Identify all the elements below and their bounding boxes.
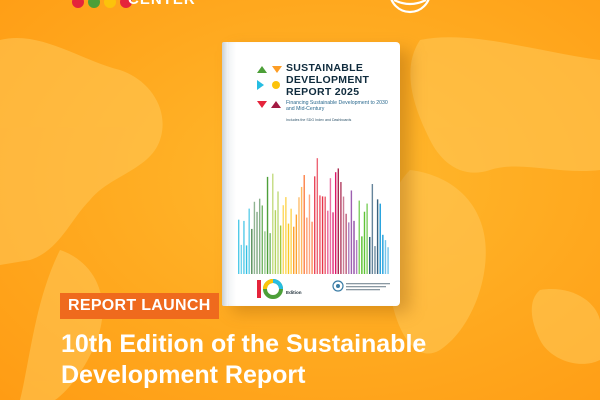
sdg-arrows-icon bbox=[257, 66, 282, 108]
cover-bar bbox=[272, 173, 274, 274]
cover-bar bbox=[253, 201, 256, 274]
cover-bar bbox=[251, 228, 253, 274]
cover-bar bbox=[308, 194, 311, 274]
cover-bar bbox=[261, 205, 263, 274]
cover-bar bbox=[374, 246, 376, 274]
cover-bar bbox=[277, 191, 279, 274]
cover-bar bbox=[238, 219, 240, 274]
headline: 10th Edition of the Sustainable Developm… bbox=[61, 329, 591, 391]
cover-bar bbox=[363, 211, 366, 274]
cover-bar bbox=[361, 236, 363, 274]
cover-bar bbox=[342, 196, 345, 274]
book-note: Includes the SDG Index and Dashboards bbox=[286, 118, 352, 122]
cover-bar bbox=[321, 196, 324, 274]
cover-bar bbox=[348, 222, 350, 274]
cover-bar bbox=[316, 158, 319, 274]
cover-bar bbox=[274, 210, 277, 274]
cover-bar bbox=[293, 226, 295, 274]
cover-bar bbox=[258, 198, 261, 274]
cover-bar bbox=[306, 217, 308, 274]
cover-bar bbox=[240, 244, 243, 274]
cover-bar bbox=[311, 221, 313, 274]
report-launch-badge: REPORT LAUNCH bbox=[60, 293, 219, 319]
cover-bar bbox=[295, 214, 298, 274]
cover-bar bbox=[298, 197, 300, 274]
report-book-cover: SUSTAINABLE DEVELOPMENT REPORT 2025 Fina… bbox=[222, 42, 400, 306]
un-sdsn-icon bbox=[332, 280, 344, 292]
cover-bar bbox=[327, 210, 329, 274]
cover-bar bbox=[287, 223, 290, 274]
cover-bar bbox=[371, 184, 374, 274]
ten-edition-icon bbox=[257, 279, 283, 299]
cover-bar bbox=[245, 245, 248, 274]
cover-bar bbox=[382, 234, 384, 274]
cover-bar bbox=[324, 196, 326, 274]
cover-bar bbox=[319, 195, 321, 274]
cover-bar bbox=[387, 247, 389, 274]
cover-bar bbox=[282, 205, 284, 274]
cover-bar bbox=[303, 175, 305, 274]
cover-bar bbox=[290, 208, 292, 274]
cover-bar bbox=[332, 212, 334, 274]
cover-bar bbox=[337, 168, 339, 274]
book-title: SUSTAINABLE DEVELOPMENT REPORT 2025 bbox=[286, 62, 396, 98]
cover-bar bbox=[358, 200, 360, 274]
book-title-line-1: SUSTAINABLE bbox=[286, 62, 364, 74]
book-title-line-2: DEVELOPMENT bbox=[286, 74, 370, 86]
cover-bar bbox=[334, 172, 337, 274]
book-title-line-3: REPORT 2025 bbox=[286, 86, 360, 98]
cover-bar bbox=[243, 220, 245, 274]
headline-line-2: Development Report bbox=[61, 361, 306, 389]
cover-bar bbox=[366, 203, 368, 274]
cover-bar bbox=[353, 220, 355, 274]
cover-bar bbox=[248, 208, 250, 274]
cover-bar bbox=[285, 197, 287, 274]
ring-lines-logo bbox=[390, 0, 430, 14]
cover-bar bbox=[300, 186, 303, 274]
cover-bar bbox=[340, 182, 342, 274]
report-launch-poster: CENTER SUSTAINABLE DEVELOPMENT REPORT 20… bbox=[0, 0, 600, 400]
cover-bar bbox=[256, 211, 258, 274]
cover-bar bbox=[384, 240, 387, 274]
org-logo-text: CENTER bbox=[128, 0, 196, 8]
cover-bar bbox=[350, 190, 353, 274]
cover-bar bbox=[264, 231, 266, 274]
cover-bar bbox=[355, 240, 358, 274]
cover-bar bbox=[376, 199, 379, 274]
publisher-text-lines bbox=[346, 283, 390, 291]
cover-bar bbox=[345, 213, 347, 274]
headline-line-1: 10th Edition of the Sustainable bbox=[61, 330, 427, 358]
book-subtitle: Financing Sustainable Development to 203… bbox=[286, 100, 388, 113]
cover-bar bbox=[269, 233, 271, 274]
cover-bar bbox=[369, 236, 371, 274]
book-spine bbox=[222, 42, 228, 306]
edition-label: Edition bbox=[286, 290, 302, 295]
cover-bar bbox=[266, 176, 269, 274]
cover-bar bbox=[314, 176, 316, 274]
cover-bar-graphic bbox=[238, 158, 389, 274]
cover-bar bbox=[279, 225, 282, 274]
cover-bar bbox=[379, 203, 381, 274]
cover-bar bbox=[329, 178, 332, 274]
